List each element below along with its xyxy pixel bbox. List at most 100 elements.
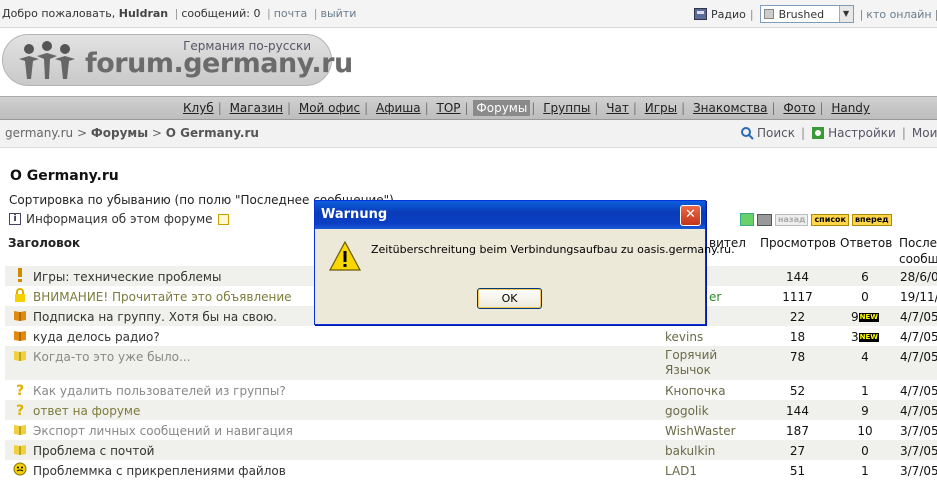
table-row[interactable]: ? Как удалить пользователей из группы? К…: [5, 380, 937, 400]
nav-item-top[interactable]: TOP: [434, 100, 464, 116]
settings-link[interactable]: Настройки: [828, 126, 896, 140]
table-row[interactable]: Экспорт личных сообщений и навигация Wis…: [5, 420, 937, 440]
col-last-post-2: сообщ: [899, 252, 937, 266]
topic-author[interactable]: Горячий Язычок: [665, 348, 735, 378]
col-replies[interactable]: Ответов: [840, 236, 892, 250]
my-link[interactable]: Мои с: [912, 126, 937, 140]
welcome-line: Добро пожаловать, Huldran | сообщений: 0 …: [2, 7, 356, 20]
nav-item-forums[interactable]: Форумы: [473, 100, 531, 116]
nav-item-office[interactable]: Мой офис: [296, 100, 363, 116]
topic-title[interactable]: ответ на форуме: [33, 404, 140, 418]
nav-item-handy[interactable]: Handy: [828, 100, 873, 116]
separator: |: [266, 7, 271, 20]
topic-title[interactable]: Экспорт личных сообщений и навигация: [33, 424, 293, 438]
who-online-link[interactable]: кто онлайн: [866, 8, 931, 21]
table-row[interactable]: Проблеммка с прикреплениями файлов LAD1 …: [5, 460, 937, 480]
topic-author[interactable]: gogolik: [665, 404, 709, 418]
nav-item-photo[interactable]: Фото: [780, 100, 818, 116]
book-icon: [14, 331, 26, 341]
messages-count[interactable]: сообщений: 0: [181, 7, 260, 20]
svg-text:?: ?: [16, 403, 24, 416]
topic-title[interactable]: Когда-то это уже было...: [33, 350, 190, 364]
topic-title[interactable]: Подписка на группу. Хотя бы на свою.: [33, 310, 277, 324]
nav-items: Клуб | Магазин | Мой офис | Афиша | TOP | Фор…: [180, 100, 873, 116]
list-button[interactable]: список: [811, 213, 849, 226]
settings-icon[interactable]: [811, 126, 825, 140]
nav-item-games[interactable]: Игры: [642, 100, 680, 116]
question-icon: ?: [16, 403, 24, 416]
skin-swatch-icon: [763, 9, 774, 19]
info-icon: i: [9, 213, 21, 225]
topic-author[interactable]: er: [709, 290, 721, 304]
dialog-titlebar[interactable]: Warnung ✕: [315, 201, 705, 229]
nav-item-club[interactable]: Клуб: [180, 100, 217, 116]
logout-link[interactable]: выйти: [321, 7, 357, 20]
nav-item-dating[interactable]: Знакомства: [690, 100, 771, 116]
forum-title: O Germany.ru: [10, 168, 119, 184]
breadcrumb: germany.ru > Форумы > O Germany.ru: [5, 126, 259, 140]
separator: |: [174, 7, 179, 20]
chevron-down-icon[interactable]: ▼: [838, 6, 853, 22]
topic-title[interactable]: Как удалить пользователей из группы?: [33, 384, 286, 398]
nav-item-groups[interactable]: Группы: [540, 100, 593, 116]
breadcrumb-root[interactable]: germany.ru: [5, 126, 73, 140]
site-logo[interactable]: Германия по-русски forum.germany.ru: [2, 34, 353, 86]
col-topic[interactable]: Заголовок: [8, 236, 80, 250]
top-bar: Добро пожаловать, Huldran | сообщений: 0 …: [0, 0, 937, 28]
table-row[interactable]: куда делось радио? kevins 18 3NEW 4/7/05: [5, 326, 937, 346]
col-last-post[interactable]: После: [899, 236, 937, 250]
radio-link[interactable]: Радио: [711, 8, 746, 21]
new-badge: NEW: [858, 333, 879, 342]
breadcrumb-forums[interactable]: Форумы: [91, 126, 148, 140]
top-bar-right: Радио | Brushed ▼ | кто онлайн | по: [694, 5, 937, 23]
nav-item-shop[interactable]: Магазин: [227, 100, 286, 116]
forum-info-link[interactable]: Информация об этом форуме: [26, 212, 213, 226]
table-row[interactable]: Когда-то это уже было... Горячий Язычок …: [5, 346, 937, 380]
ok-button[interactable]: OK: [477, 288, 542, 309]
new-topic-icon[interactable]: [740, 213, 754, 226]
exclamation-icon: [18, 268, 22, 282]
main-nav: Клуб | Магазин | Мой офис | Афиша | TOP | Фор…: [0, 96, 937, 120]
topic-title[interactable]: Игры: технические проблемы: [33, 270, 221, 284]
checkbox-icon[interactable]: [217, 213, 229, 225]
svg-text:?: ?: [16, 383, 24, 396]
book-open-icon: [14, 445, 26, 455]
table-row[interactable]: ? ответ на форуме gogolik 144 9 4/7/05: [5, 400, 937, 420]
separator: |: [313, 7, 318, 20]
topic-author[interactable]: bakulkin: [665, 444, 715, 458]
topic-title[interactable]: Проблема с почтой: [33, 444, 154, 458]
close-icon[interactable]: ✕: [680, 205, 701, 226]
search-link[interactable]: Поиск: [757, 126, 795, 140]
radio-icon[interactable]: [694, 8, 707, 20]
nav-item-chat[interactable]: Чат: [603, 100, 632, 116]
topic-title[interactable]: Проблеммка с прикреплениями файлов: [33, 464, 286, 478]
topic-author[interactable]: Кнопочка: [665, 384, 726, 398]
skin-select[interactable]: Brushed ▼: [759, 5, 854, 23]
dialog-message: Zeitüberschreitung beim Verbindungsaufba…: [371, 243, 735, 256]
breadcrumb-current[interactable]: O Germany.ru: [166, 126, 259, 140]
print-icon[interactable]: [757, 213, 772, 226]
topic-author[interactable]: LAD1: [665, 464, 697, 478]
table-row[interactable]: Проблема с почтой bakulkin 27 0 3/7/05: [5, 440, 937, 460]
col-views[interactable]: Просмотров: [760, 236, 836, 250]
topic-author[interactable]: kevins: [665, 330, 703, 344]
warning-icon: [329, 241, 361, 271]
topic-title[interactable]: куда делось радио?: [33, 330, 160, 344]
question-icon: ?: [16, 383, 24, 396]
lock-icon: [15, 288, 25, 302]
forum-info[interactable]: i Информация об этом форуме: [9, 212, 229, 226]
forward-button[interactable]: вперед: [851, 213, 892, 226]
nav-item-afisha[interactable]: Афиша: [373, 100, 424, 116]
book-open-icon: [14, 425, 26, 435]
warning-dialog: Warnung ✕ Zeitüberschreitung beim Verbin…: [314, 200, 735, 325]
welcome-prefix: Добро пожаловать,: [2, 7, 116, 20]
topic-title[interactable]: ВНИМАНИЕ! Прочитайте это объявление: [33, 290, 292, 304]
topic-author[interactable]: WishWaster: [665, 424, 736, 438]
dialog-title: Warnung: [321, 207, 388, 222]
username[interactable]: Huldran: [119, 7, 168, 20]
mail-link[interactable]: почта: [274, 7, 308, 20]
book-icon: [14, 311, 26, 321]
breadcrumb-bar: germany.ru > Форумы > O Germany.ru Поиск…: [0, 120, 937, 148]
back-button[interactable]: назад: [775, 213, 809, 226]
search-icon[interactable]: [740, 126, 754, 140]
